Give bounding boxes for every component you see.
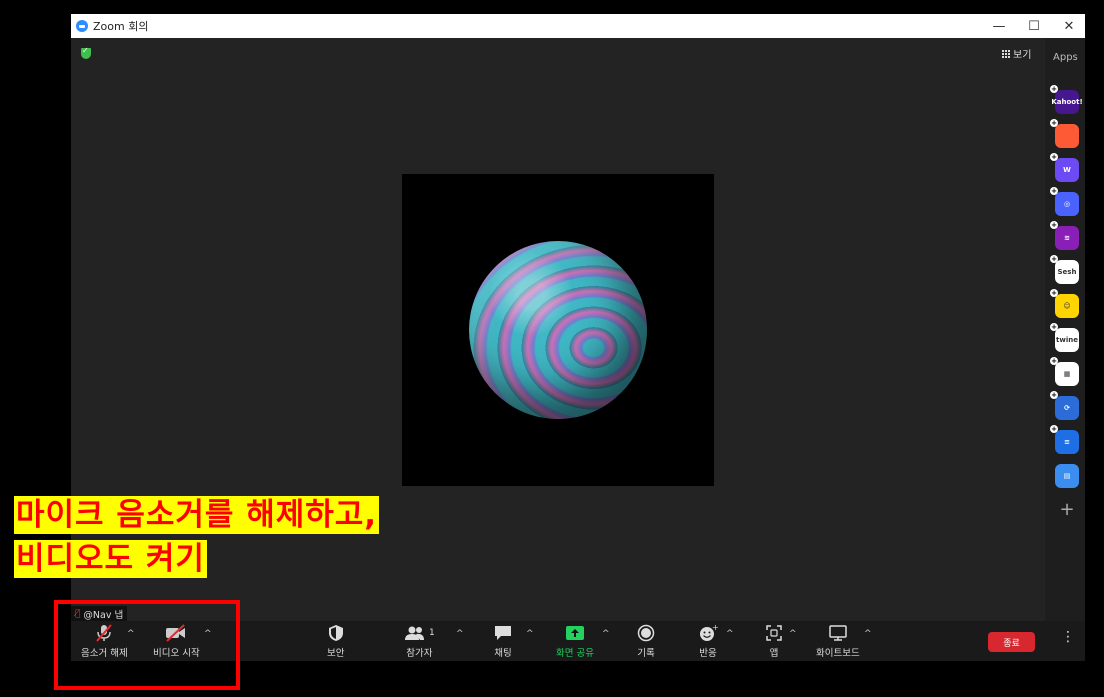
add-app-icon[interactable]: + <box>1057 500 1077 520</box>
app-label: ☺ <box>1063 302 1071 310</box>
add-badge-icon: + <box>1050 289 1058 297</box>
app-2-icon[interactable]: + <box>1050 119 1079 148</box>
add-badge-icon: + <box>1050 255 1058 263</box>
app-label: twine <box>1056 336 1078 344</box>
app-11-icon[interactable]: ≡ + <box>1050 425 1079 454</box>
apps-sidebar: Apps Kahoot! + + W + ◎ + ≋ + Sesh + ☺ + twine + ▦ + ⟳ + ≡ + ▤… <box>1045 38 1085 621</box>
grid-icon <box>1002 49 1010 58</box>
app-label: ▦ <box>1063 370 1071 378</box>
app-9-icon[interactable]: ▦ + <box>1050 357 1079 386</box>
app-8-icon[interactable]: twine + <box>1050 323 1079 352</box>
whiteboard-label: 화이트보드 <box>816 648 860 659</box>
app-label: W <box>1063 166 1071 174</box>
whiteboard-button[interactable]: 화이트보드 <box>816 624 860 659</box>
app-label: Sesh <box>1057 268 1077 276</box>
apps-title: Apps <box>1053 52 1078 63</box>
record-button[interactable]: 기록 <box>637 624 655 659</box>
app-label: ◎ <box>1063 200 1071 208</box>
share-screen-button[interactable]: 화면 공유 <box>556 624 594 659</box>
window-title: Zoom 회의 <box>93 20 149 33</box>
highlight-box <box>54 600 240 690</box>
more-options-icon[interactable]: ⋮ <box>1061 629 1075 645</box>
app-label: Kahoot! <box>1051 98 1083 106</box>
add-badge-icon: + <box>1050 323 1058 331</box>
app-label: ≋ <box>1064 234 1070 242</box>
add-badge-icon: + <box>1050 153 1058 161</box>
security-button[interactable]: 보안 <box>327 624 344 659</box>
app-12-icon[interactable]: ▤ <box>1055 464 1079 488</box>
view-button[interactable]: 보기 <box>1002 46 1031 61</box>
reactions-button[interactable]: + 반응 <box>698 624 718 659</box>
close-button[interactable]: ✕ <box>1051 14 1087 38</box>
participants-count: 1 <box>429 628 435 638</box>
app-label: ≡ <box>1064 438 1070 446</box>
app-6-icon[interactable]: Sesh + <box>1050 255 1079 284</box>
add-badge-icon: + <box>1050 221 1058 229</box>
chat-label: 채팅 <box>494 648 512 659</box>
add-badge-icon: + <box>1050 85 1058 93</box>
minimize-button[interactable]: — <box>981 14 1017 38</box>
participants-caret-icon[interactable]: ^ <box>456 629 464 639</box>
app-10-icon[interactable]: ⟳ + <box>1050 391 1079 420</box>
apps-icon <box>765 624 783 642</box>
record-icon <box>637 624 655 642</box>
instruction-line-1: 마이크 음소거를 해제하고, <box>14 496 380 534</box>
app-5-icon[interactable]: ≋ + <box>1050 221 1079 250</box>
sphere-image <box>469 241 647 419</box>
reactions-label: 반응 <box>699 648 717 659</box>
chat-button[interactable]: 채팅 <box>494 624 512 659</box>
add-badge-icon: + <box>1050 425 1058 433</box>
video-tile <box>402 174 714 486</box>
whiteboard-caret-icon[interactable]: ^ <box>864 629 872 639</box>
share-caret-icon[interactable]: ^ <box>602 629 610 639</box>
app-4-icon[interactable]: ◎ + <box>1050 187 1079 216</box>
reactions-caret-icon[interactable]: ^ <box>726 629 734 639</box>
apps-label: 앱 <box>769 648 779 659</box>
view-label: 보기 <box>1013 50 1032 61</box>
shield-icon <box>328 624 344 642</box>
title-bar: Zoom 회의 — ☐ ✕ <box>71 14 1085 38</box>
record-label: 기록 <box>637 648 655 659</box>
chat-icon <box>494 624 512 642</box>
smiley-icon: + <box>698 624 718 642</box>
whiteboard-icon <box>828 624 848 642</box>
instruction-line-2: 비디오도 켜기 <box>14 540 207 578</box>
app-1-icon[interactable]: Kahoot! + <box>1050 85 1083 114</box>
apps-caret-icon[interactable]: ^ <box>789 629 797 639</box>
apps-button[interactable]: 앱 <box>765 624 783 659</box>
app-3-icon[interactable]: W + <box>1050 153 1079 182</box>
add-badge-icon: + <box>1050 187 1058 195</box>
participants-icon: 1 <box>404 624 435 642</box>
share-screen-label: 화면 공유 <box>556 648 594 659</box>
maximize-button[interactable]: ☐ <box>1016 14 1052 38</box>
svg-text:+: + <box>712 624 718 632</box>
add-badge-icon: + <box>1050 119 1058 127</box>
app-label: ▤ <box>1063 472 1071 480</box>
zoom-logo-icon <box>76 20 88 32</box>
shield-check-icon[interactable] <box>81 46 91 59</box>
chat-caret-icon[interactable]: ^ <box>526 629 534 639</box>
end-meeting-button[interactable]: 종료 <box>988 632 1035 652</box>
participants-label: 참가자 <box>406 648 433 659</box>
participants-button[interactable]: 1 참가자 <box>404 624 435 659</box>
share-screen-icon <box>565 624 585 642</box>
add-badge-icon: + <box>1050 391 1058 399</box>
app-7-icon[interactable]: ☺ + <box>1050 289 1079 318</box>
zoom-window: Zoom 회의 — ☐ ✕ 보기 Apps Kahoot!++W+◎+≋+Ses… <box>71 14 1085 661</box>
security-label: 보안 <box>327 648 345 659</box>
app-label: ⟳ <box>1064 404 1070 412</box>
add-badge-icon: + <box>1050 357 1058 365</box>
